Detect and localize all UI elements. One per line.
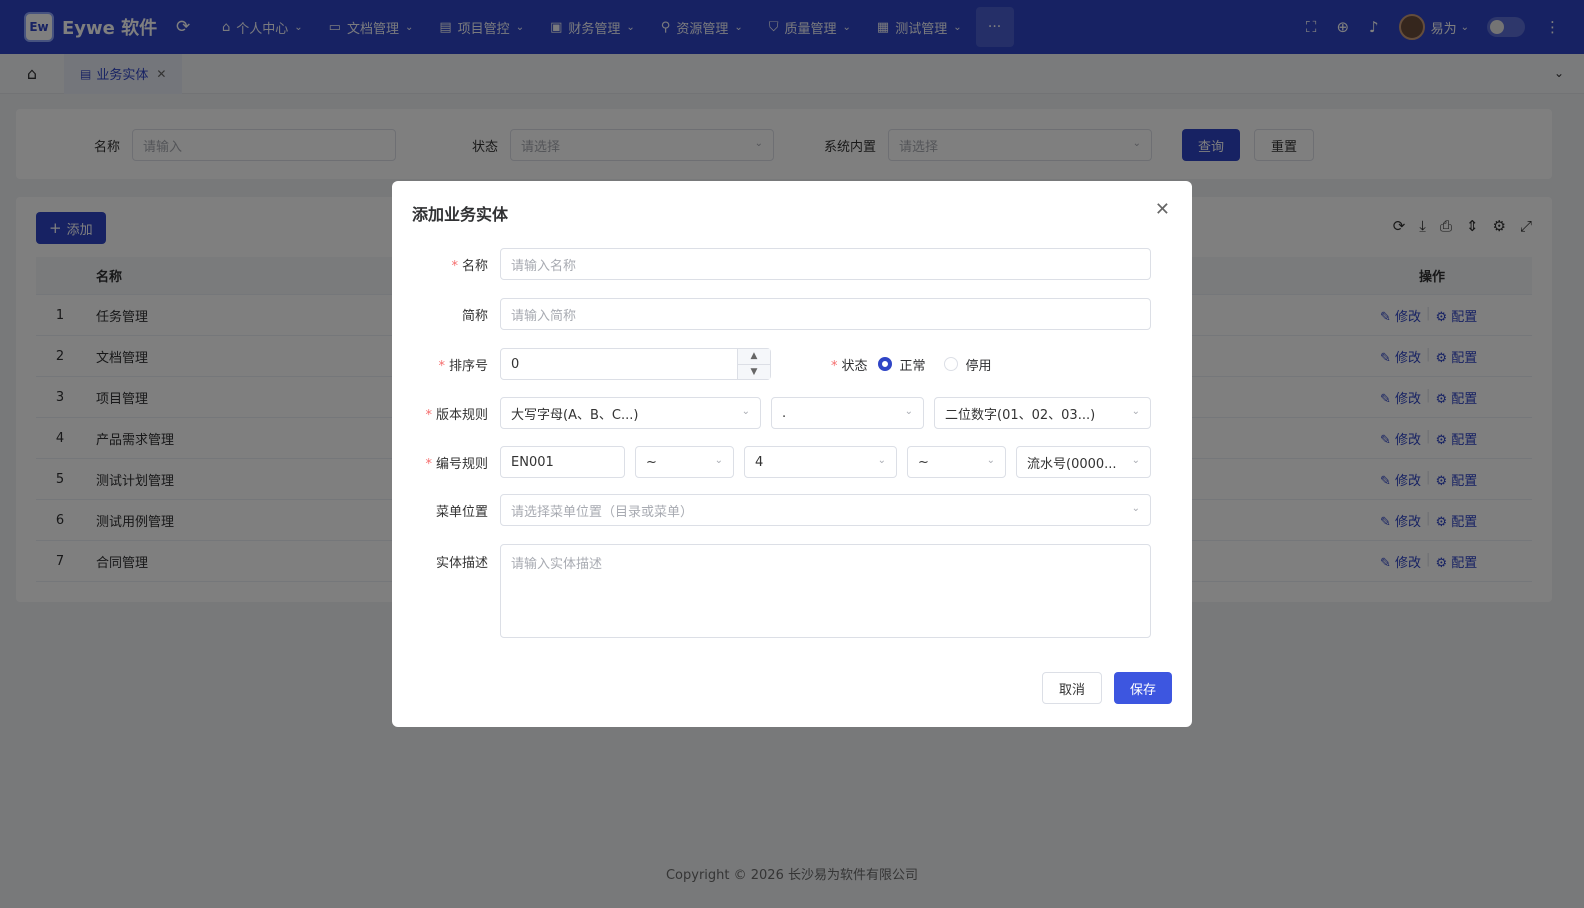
form-row-short: 简称 请输入简称 xyxy=(412,298,1151,330)
form-row-code: * 编号规则 EN001 ~ ⌄ 4 ⌄ ~ ⌄ 流水号(0000... ⌄ xyxy=(412,446,1151,478)
status-field: * 状态 正常 停用 xyxy=(831,355,1010,374)
close-icon[interactable]: ✕ xyxy=(1155,199,1170,220)
version-separator-select[interactable]: . ⌄ xyxy=(771,397,924,429)
code-serial-select[interactable]: 流水号(0000... ⌄ xyxy=(1016,446,1151,478)
name-input[interactable]: 请输入名称 xyxy=(500,248,1151,280)
status-radio-normal[interactable]: 正常 xyxy=(877,355,926,374)
dialog-title: 添加业务实体 xyxy=(412,205,509,224)
add-entity-dialog: 添加业务实体 ✕ * 名称 请输入名称 简称 请输入简称 * 排序号 0 ▲ ▼ * 状… xyxy=(392,181,1192,727)
version-rule1-select[interactable]: 大写字母(A、B、C...) ⌄ xyxy=(500,397,761,429)
chevron-down-icon: ⌄ xyxy=(1131,503,1140,514)
chevron-down-icon: ⌄ xyxy=(714,455,723,466)
chevron-down-icon: ⌄ xyxy=(986,455,995,466)
order-stepper[interactable]: 0 ▲ ▼ xyxy=(500,348,771,380)
chevron-down-icon: ⌄ xyxy=(1131,406,1140,417)
code-separator1-select[interactable]: ~ ⌄ xyxy=(635,446,734,478)
form-row-version: * 版本规则 大写字母(A、B、C...) ⌄ . ⌄ 二位数字(01、02、03..… xyxy=(412,397,1151,429)
chevron-down-icon: ⌄ xyxy=(877,455,886,466)
description-textarea[interactable]: 请输入实体描述 xyxy=(500,544,1151,638)
cancel-button[interactable]: 取消 xyxy=(1041,672,1102,704)
form-row-menu: 菜单位置 请选择菜单位置（目录或菜单） ⌄ xyxy=(412,494,1151,526)
save-button[interactable]: 保存 xyxy=(1113,672,1172,704)
chevron-down-icon[interactable]: ▼ xyxy=(738,365,770,380)
menu-position-select[interactable]: 请选择菜单位置（目录或菜单） ⌄ xyxy=(500,494,1151,526)
code-length-select[interactable]: 4 ⌄ xyxy=(744,446,897,478)
chevron-up-icon[interactable]: ▲ xyxy=(738,349,770,365)
dialog-actions: 取消 保存 xyxy=(1041,672,1172,704)
form-row-name: * 名称 请输入名称 xyxy=(412,248,1151,280)
chevron-down-icon: ⌄ xyxy=(1131,455,1140,466)
code-prefix-input[interactable]: EN001 xyxy=(500,446,625,478)
status-radio-disabled[interactable]: 停用 xyxy=(943,355,992,374)
chevron-down-icon: ⌄ xyxy=(904,406,913,417)
form-row-order: * 排序号 0 ▲ ▼ * 状态 正常 停用 xyxy=(412,348,1010,380)
version-rule2-select[interactable]: 二位数字(01、02、03...) ⌄ xyxy=(934,397,1151,429)
code-separator2-select[interactable]: ~ ⌄ xyxy=(907,446,1006,478)
chevron-down-icon: ⌄ xyxy=(741,406,750,417)
form-row-desc: 实体描述 请输入实体描述 xyxy=(412,544,1151,638)
short-name-input[interactable]: 请输入简称 xyxy=(500,298,1151,330)
